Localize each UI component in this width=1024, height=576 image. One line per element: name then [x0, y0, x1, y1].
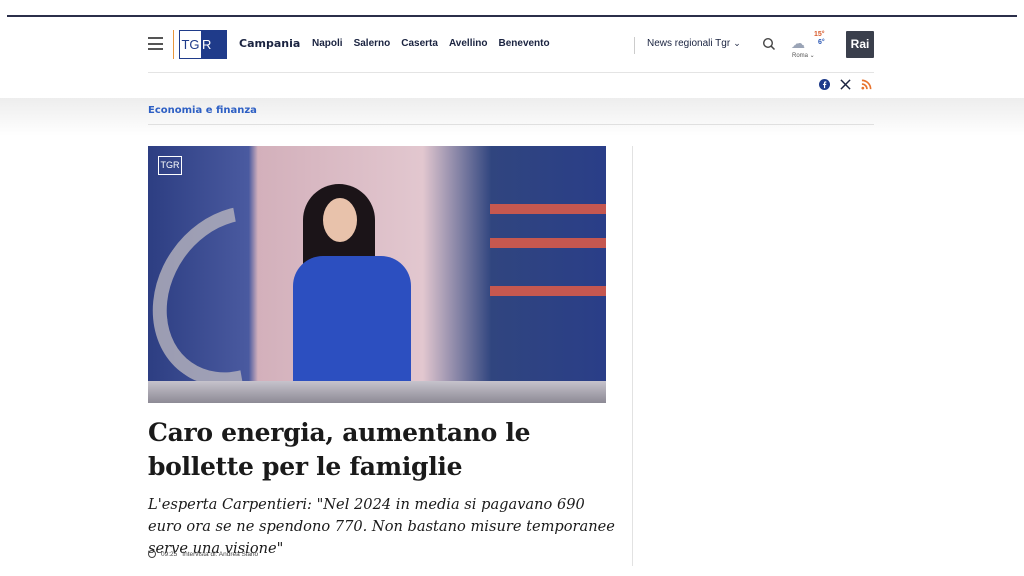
category-link[interactable]: Economia e finanza — [148, 105, 257, 116]
header-shadow — [0, 98, 1024, 136]
city-link-benevento[interactable]: Benevento — [498, 38, 549, 49]
tgr-watermark: TGR — [158, 156, 182, 175]
city-link-avellino[interactable]: Avellino — [449, 38, 488, 49]
video-duration: 09:25 — [161, 550, 178, 558]
article-headline: Caro energia, aumentano le bollette per … — [148, 418, 531, 481]
rss-icon[interactable] — [860, 78, 872, 90]
news-regionali-label: News regionali Tgr — [647, 38, 731, 49]
temp-high: 15° — [814, 31, 825, 38]
divider — [634, 37, 635, 54]
temp-low: 6° — [818, 39, 825, 46]
column-divider — [632, 146, 633, 566]
city-link-caserta[interactable]: Caserta — [401, 38, 438, 49]
city-link-salerno[interactable]: Salerno — [354, 38, 391, 49]
clock-icon — [148, 550, 156, 558]
presenter-body — [293, 256, 411, 386]
studio-stripe — [490, 204, 606, 214]
logo-r-text: R — [201, 30, 227, 59]
news-regionali-dropdown[interactable]: News regionali Tgr ⌄ — [647, 38, 741, 49]
article-credit: Intervista di: Andrea Siano — [182, 550, 259, 558]
x-icon[interactable] — [839, 78, 851, 90]
studio-stripe — [490, 238, 606, 248]
search-icon[interactable] — [762, 36, 776, 51]
social-links — [818, 78, 872, 90]
facebook-icon[interactable] — [818, 78, 830, 90]
logo-tg-text: TG — [179, 30, 201, 59]
presenter-face — [323, 198, 357, 242]
site-header: TG R Campania Napoli Salerno Caserta Ave… — [148, 28, 874, 62]
studio-desk — [148, 381, 606, 403]
header-divider — [148, 72, 874, 73]
region-link[interactable]: Campania — [239, 37, 300, 50]
city-link-napoli[interactable]: Napoli — [312, 38, 343, 49]
weather-city: Roma ⌄ — [792, 53, 815, 59]
tgr-logo[interactable]: TG R — [179, 30, 227, 59]
studio-stripe — [490, 286, 606, 296]
top-border — [7, 15, 1017, 17]
city-nav: Napoli Salerno Caserta Avellino Benevent… — [312, 38, 550, 49]
article-video-thumbnail[interactable]: TGR — [148, 146, 606, 403]
category-divider — [148, 124, 874, 125]
divider — [173, 30, 174, 59]
article-meta: 09:25 Intervista di: Andrea Siano — [148, 550, 258, 558]
chevron-down-icon: ⌄ — [733, 38, 741, 48]
menu-icon[interactable] — [148, 37, 163, 50]
weather-widget[interactable]: ☁ 15° 6° Roma ⌄ — [791, 31, 831, 61]
partly-cloudy-icon: ☁ — [791, 36, 805, 52]
rai-logo[interactable]: Rai — [846, 31, 874, 58]
